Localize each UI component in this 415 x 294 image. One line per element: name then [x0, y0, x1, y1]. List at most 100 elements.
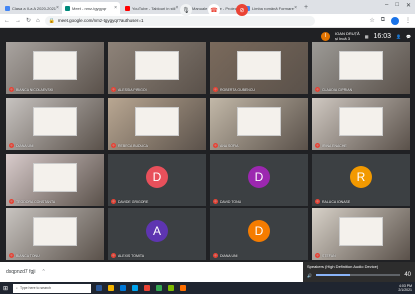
tab-close-icon[interactable]: ×: [56, 5, 59, 11]
mic-off-icon: ⦸: [9, 253, 14, 258]
participant-name: ⦸ ALEXIS TOMITA: [111, 253, 144, 258]
profile-avatar[interactable]: [391, 16, 399, 25]
maximize-icon[interactable]: □: [395, 2, 399, 9]
participant-name: ⦸ BIANCA TONU: [9, 253, 40, 258]
held-drawing: [237, 107, 281, 137]
star-icon[interactable]: ☆: [369, 17, 374, 24]
phone-hangup-icon: ☎: [210, 7, 218, 14]
tray-date: 2/1/2021: [398, 288, 412, 292]
self-avatar[interactable]: I: [321, 31, 331, 41]
camera-off-icon: ⊘: [239, 7, 245, 14]
participant-tile-video[interactable]: ⦸ ȘTEFAN: [312, 208, 410, 260]
participant-name-text: ANA SOFIA: [220, 143, 239, 148]
participant-name: ⦸ IRINA ENACHE: [315, 143, 347, 148]
reload-icon[interactable]: ↻: [26, 17, 31, 24]
taskbar-app-icon[interactable]: [108, 285, 115, 291]
participant-tile-video[interactable]: ⦸ ALESSIA PIRIGOI: [108, 42, 206, 94]
participant-tile-video[interactable]: ⦸ REBECA BUDUCA: [108, 98, 206, 150]
search-placeholder: Type here to search: [20, 286, 51, 290]
participant-tile-video[interactable]: ⦸ ANA SOFIA: [210, 98, 308, 150]
leave-call-button[interactable]: ☎: [208, 4, 220, 16]
meet-top-info: I IOAN DRUȚĂ și încă 3 ▦ 16:03 👤 💬: [321, 31, 411, 41]
browser-tab[interactable]: YouTube - Tablouri in stil ×: [122, 2, 180, 14]
back-icon[interactable]: ←: [4, 18, 10, 24]
participant-tile-video[interactable]: ⦸ BIANCA TONU: [6, 208, 104, 260]
participant-name-text: IRINA ENACHE: [322, 143, 347, 148]
mic-off-icon: ⦸: [315, 199, 320, 204]
participant-name: ⦸ DIANA UNI: [9, 143, 34, 148]
mic-off-icon: ⦸: [111, 253, 116, 258]
meeting-code[interactable]: dsqpnzd7 fgji: [6, 269, 35, 275]
people-icon[interactable]: 👤: [396, 34, 401, 39]
extensions-icon[interactable]: ⧉: [381, 17, 385, 24]
mic-off-icon: ⦸: [111, 143, 116, 148]
taskbar-search[interactable]: ⌕ Type here to search: [13, 283, 92, 293]
speaker-label: Speakers (High Definition Audio Device): [307, 264, 379, 269]
taskbar-app-icon[interactable]: [156, 285, 163, 291]
tab-label: Clasa a II-a A 2020-2021: [12, 5, 57, 11]
chat-icon[interactable]: 💬: [406, 34, 411, 39]
participant-name-text: ROBERTA GUBENCU: [220, 87, 255, 92]
taskbar-app-icon[interactable]: [132, 285, 139, 291]
tab-label: Meet - nmz-tgygyqr: [72, 5, 107, 11]
mic-icon: 🎙: [182, 7, 190, 14]
participant-tile-video[interactable]: ⦸ BIANCA NICOLAEVSKI: [6, 42, 104, 94]
forward-icon[interactable]: →: [15, 18, 21, 24]
participant-tile-video[interactable]: ⦸ CLAUDIA CIPRIAN: [312, 42, 410, 94]
browser-tab[interactable]: Limba română Formare ×: [242, 2, 300, 14]
close-window-icon[interactable]: ✕: [406, 2, 411, 9]
taskbar-app-icon[interactable]: [168, 285, 175, 291]
window-controls: – □ ✕: [385, 2, 411, 9]
participant-tile-video[interactable]: ⦸ IRINA ENACHE: [312, 98, 410, 150]
browser-tab[interactable]: Clasa a II-a A 2020-2021 ×: [2, 2, 60, 14]
participant-name: ⦸ REBECA BUDUCA: [111, 143, 148, 148]
participant-name-text: ALEXIS TOMITA: [118, 253, 145, 258]
participant-tile-video[interactable]: ⦸ TEODORA CONSTANTA: [6, 154, 104, 206]
address-bar[interactable]: 🔒 meet.google.com/nmz-tgygyqr?authuser=1: [44, 15, 315, 26]
volume-slider[interactable]: [315, 274, 401, 276]
minimize-icon[interactable]: –: [385, 2, 388, 9]
menu-icon[interactable]: ⋮: [405, 17, 411, 24]
clock: 16:03: [373, 32, 392, 40]
mic-off-icon: ⦸: [213, 87, 218, 92]
participant-tile-avatar[interactable]: D ⦸ DAVID TONU: [210, 154, 308, 206]
participant-avatar: D: [248, 166, 270, 189]
participant-tile-avatar[interactable]: A ⦸ ALEXIS TOMITA: [108, 208, 206, 260]
participant-tile-video[interactable]: ⦸ ROBERTA GUBENCU: [210, 42, 308, 94]
windows-start-icon[interactable]: ⊞: [3, 285, 8, 292]
held-drawing: [339, 107, 383, 137]
new-tab-icon[interactable]: +: [304, 2, 308, 14]
home-icon[interactable]: ⌂: [36, 18, 40, 24]
tab-close-icon[interactable]: ×: [294, 5, 297, 11]
participant-name: ⦸ CLAUDIA CIPRIAN: [315, 87, 352, 92]
participant-avatar: D: [146, 166, 168, 189]
taskbar-app-icon[interactable]: [96, 285, 103, 291]
participant-tile-avatar[interactable]: R ⦸ RALUCA IONASE: [312, 154, 410, 206]
taskbar-app-icon[interactable]: [120, 285, 127, 291]
chevron-up-icon[interactable]: ⌃: [41, 269, 45, 275]
participant-name-text: DAVID TONU: [220, 199, 242, 204]
browser-tab[interactable]: Meet - nmz-tgygyqr ×: [62, 2, 120, 14]
grid-icon[interactable]: ▦: [365, 34, 369, 39]
held-drawing: [33, 163, 77, 193]
taskbar-app-icon[interactable]: [144, 285, 151, 291]
mic-button[interactable]: 🎙: [180, 4, 192, 16]
mic-off-icon: ⦸: [315, 143, 320, 148]
participant-tile-avatar[interactable]: D ⦸ DAVIDE GRIGORE: [108, 154, 206, 206]
participant-name-text: ȘTEFAN: [322, 253, 336, 258]
mic-off-icon: ⦸: [9, 143, 14, 148]
mic-off-icon: ⦸: [9, 87, 14, 92]
participant-name: ⦸ ROBERTA GUBENCU: [213, 87, 255, 92]
tab-close-icon[interactable]: ×: [175, 5, 178, 11]
taskbar-app-icon[interactable]: [180, 285, 187, 291]
system-tray: 4:03 PM 2/1/2021: [398, 284, 412, 292]
meet-grid: I IOAN DRUȚĂ și încă 3 ▦ 16:03 👤 💬 ⦸ BIAN…: [0, 28, 415, 282]
speaker-icon[interactable]: 🔊: [307, 273, 312, 278]
participant-tile-avatar[interactable]: D ⦸ DIANA UNI: [210, 208, 308, 260]
tab-close-icon[interactable]: ×: [114, 5, 117, 11]
camera-button[interactable]: ⊘: [236, 4, 248, 16]
held-drawing: [33, 107, 77, 137]
participant-tile-video[interactable]: ⦸ DIANA UNI: [6, 98, 104, 150]
mic-off-icon: ⦸: [213, 199, 218, 204]
mic-off-icon: ⦸: [111, 199, 116, 204]
